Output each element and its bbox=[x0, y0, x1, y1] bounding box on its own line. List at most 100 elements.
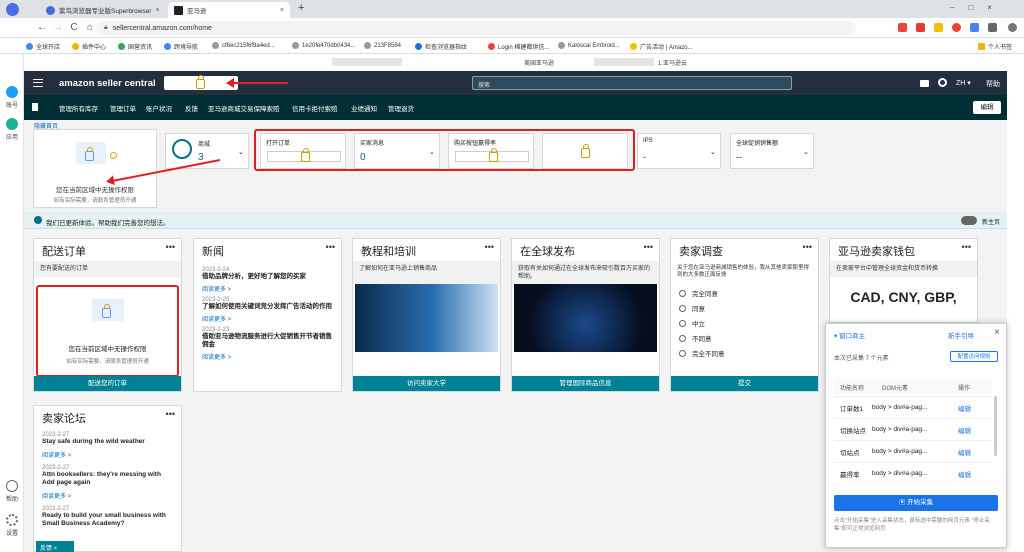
more-menu-icon[interactable]: ••• bbox=[485, 242, 494, 252]
back-icon[interactable]: ← bbox=[36, 22, 48, 34]
bookmark-icon[interactable] bbox=[32, 103, 38, 111]
bookmark-item[interactable]: Login 棉建都供信... bbox=[488, 42, 549, 51]
help-link[interactable]: 帮助 bbox=[986, 79, 1000, 89]
new-home-toggle[interactable] bbox=[961, 216, 977, 225]
nav-link[interactable]: 账户状况 bbox=[146, 103, 172, 113]
ips-card[interactable]: IPS - ⌄ bbox=[637, 133, 721, 169]
bookmark-item[interactable]: 国营资讯 bbox=[118, 42, 152, 51]
chevron-down-icon: ⌄ bbox=[710, 149, 716, 156]
extension-icon[interactable] bbox=[970, 23, 979, 32]
nav-link[interactable]: 信用卡拒付索赔 bbox=[292, 103, 338, 113]
close-icon[interactable]: × bbox=[151, 7, 159, 14]
more-menu-icon[interactable]: ••• bbox=[644, 242, 653, 252]
more-menu-icon[interactable]: ••• bbox=[962, 242, 971, 252]
survey-option[interactable]: 完全不同意 bbox=[679, 348, 810, 358]
edit-nav-button[interactable]: 编辑 bbox=[973, 101, 1001, 114]
survey-option[interactable]: 中立 bbox=[679, 318, 810, 328]
home-icon[interactable]: ⌂ bbox=[84, 22, 96, 34]
config-rules-button[interactable]: 配置访问规则 bbox=[950, 351, 998, 362]
close-icon[interactable]: × bbox=[276, 7, 284, 14]
nav-link[interactable]: 管理所有库存 bbox=[59, 103, 98, 113]
permission-illustration bbox=[76, 142, 106, 164]
more-menu-icon[interactable]: ••• bbox=[326, 242, 335, 252]
tab-amazon[interactable]: 亚马逊 × bbox=[168, 2, 290, 18]
survey-option[interactable]: 同意 bbox=[679, 303, 810, 313]
lock-icon bbox=[196, 75, 205, 89]
survey-option[interactable]: 不同意 bbox=[679, 333, 810, 343]
settings-gear-icon[interactable] bbox=[938, 78, 947, 87]
bookmark-item[interactable]: 插件中心 bbox=[72, 42, 106, 51]
seller-university-button[interactable]: 访问卖家大学 bbox=[353, 376, 500, 391]
edit-link[interactable]: 编辑 bbox=[958, 425, 971, 435]
edit-link[interactable]: 编辑 bbox=[958, 447, 971, 457]
start-collect-button[interactable]: ▣ 开始采集 bbox=[834, 495, 998, 511]
forward-icon[interactable]: → bbox=[52, 22, 64, 34]
profile-icon[interactable] bbox=[1008, 23, 1017, 32]
read-more-link[interactable]: 阅读更多 > bbox=[42, 450, 173, 459]
search-input[interactable]: 搜索 bbox=[472, 76, 792, 90]
more-menu-icon[interactable]: ••• bbox=[166, 242, 175, 252]
widget-wallet: 亚马逊卖家钱包 ••• 在卖家平台中管理全球资金和货币转换 CAD, CNY, G… bbox=[829, 238, 978, 323]
amazon-logo[interactable]: amazon seller central bbox=[59, 78, 156, 89]
bookmark-item[interactable]: 1e20fe470db0434... bbox=[292, 42, 355, 49]
extension-icon[interactable] bbox=[934, 23, 943, 32]
reload-icon[interactable]: C bbox=[68, 22, 80, 34]
bookmark-folder[interactable]: 个人书签 bbox=[978, 42, 1012, 51]
sidebar-item-apps[interactable]: 应用 bbox=[0, 118, 24, 141]
forum-post-title[interactable]: Stay safe during the wild weather bbox=[42, 438, 173, 446]
lock-icon: 🔒︎ bbox=[104, 24, 108, 31]
bookmark-item[interactable]: 213F8584 bbox=[364, 42, 401, 49]
bookmark-item[interactable]: 检查浏览器指纹 bbox=[415, 42, 467, 51]
bookmark-item[interactable]: cf6ec215f6f9a4ed... bbox=[212, 42, 275, 49]
bookmark-item[interactable]: 全球开店 bbox=[26, 42, 60, 51]
bookmark-item[interactable]: 跨境导航 bbox=[164, 42, 198, 51]
edit-link[interactable]: 编辑 bbox=[958, 469, 971, 479]
close-icon[interactable]: × bbox=[994, 327, 1000, 338]
nav-link[interactable]: 亚马逊商城交易保障索赔 bbox=[208, 103, 280, 113]
table-scrollbar[interactable] bbox=[994, 396, 997, 456]
forum-post-title[interactable]: Ready to build your small business with … bbox=[42, 512, 173, 528]
news-title[interactable]: 借助亚马逊物流服务进行大促销售开节者销售佣金 bbox=[202, 333, 333, 349]
read-more-link[interactable]: 阅读更多 > bbox=[202, 284, 333, 293]
sidebar-item-help[interactable]: 帮助 bbox=[0, 480, 24, 503]
more-menu-icon[interactable]: ••• bbox=[803, 242, 812, 252]
widget-news: 新闻 ••• 2023-2-24 借助品牌分析，更好地了解您的买家 阅读更多 > … bbox=[193, 238, 342, 392]
extension-icon[interactable] bbox=[952, 23, 961, 32]
account-name: 1.亚马逊云 bbox=[658, 61, 688, 67]
feedback-button[interactable]: 反馈 × bbox=[36, 541, 74, 552]
sidebar-item-account[interactable]: 账号 bbox=[0, 86, 24, 109]
nav-link[interactable]: 反馈 bbox=[185, 103, 198, 113]
more-menu-icon[interactable]: ••• bbox=[166, 409, 175, 419]
extension-icon[interactable] bbox=[898, 23, 907, 32]
ship-orders-button[interactable]: 配送您的订单 bbox=[34, 376, 181, 391]
survey-option[interactable]: 完全同意 bbox=[679, 288, 810, 298]
language-selector[interactable]: ZH ▾ bbox=[956, 79, 971, 87]
extension-icon[interactable] bbox=[916, 23, 925, 32]
address-bar[interactable]: 🔒︎ sellercentral.amazon.com/home bbox=[96, 21, 856, 35]
read-more-link[interactable]: 阅读更多 > bbox=[42, 491, 173, 500]
mail-icon[interactable] bbox=[920, 80, 929, 87]
tab-superbrowser[interactable]: 紫鸟浏览器专业版Superbrowser × bbox=[40, 2, 162, 18]
new-tab-button[interactable]: + bbox=[298, 2, 304, 14]
news-title[interactable]: 借助品牌分析，更好地了解您的买家 bbox=[202, 273, 333, 281]
read-more-link[interactable]: 阅读更多 > bbox=[202, 352, 333, 361]
apps-icon bbox=[6, 118, 18, 130]
nav-link[interactable]: 业绩通知 bbox=[351, 103, 377, 113]
bookmark-item[interactable]: Kaloscai Embroid... bbox=[558, 42, 620, 49]
browser-menu-icon[interactable] bbox=[6, 3, 19, 16]
nav-link[interactable]: 管理订单 bbox=[110, 103, 136, 113]
manage-international-button[interactable]: 管理国际商品信息 bbox=[512, 376, 659, 391]
global-sales-card[interactable]: 全球促销销售额 -- ⌄ bbox=[730, 133, 814, 169]
read-more-link[interactable]: 阅读更多 > bbox=[202, 314, 333, 323]
edit-link[interactable]: 编辑 bbox=[958, 403, 971, 413]
puzzle-icon[interactable] bbox=[988, 23, 997, 32]
nav-link[interactable]: 管理退货 bbox=[388, 103, 414, 113]
hamburger-menu-icon[interactable] bbox=[33, 79, 43, 87]
news-title[interactable]: 了解如何使用关键词竞分发挥广告活动的作用 bbox=[202, 303, 333, 311]
submit-survey-button[interactable]: 提交 bbox=[671, 376, 818, 391]
forum-post-title[interactable]: Attn booksellers: they're messing with A… bbox=[42, 471, 173, 487]
marketplace-card[interactable]: 商城 3 ⌄ bbox=[165, 133, 249, 169]
bookmark-item[interactable]: 广告活动 | Amazo... bbox=[630, 42, 693, 51]
sidebar-item-settings[interactable]: 设置 bbox=[0, 514, 24, 537]
guide-link[interactable]: 新手引导 bbox=[948, 330, 974, 340]
